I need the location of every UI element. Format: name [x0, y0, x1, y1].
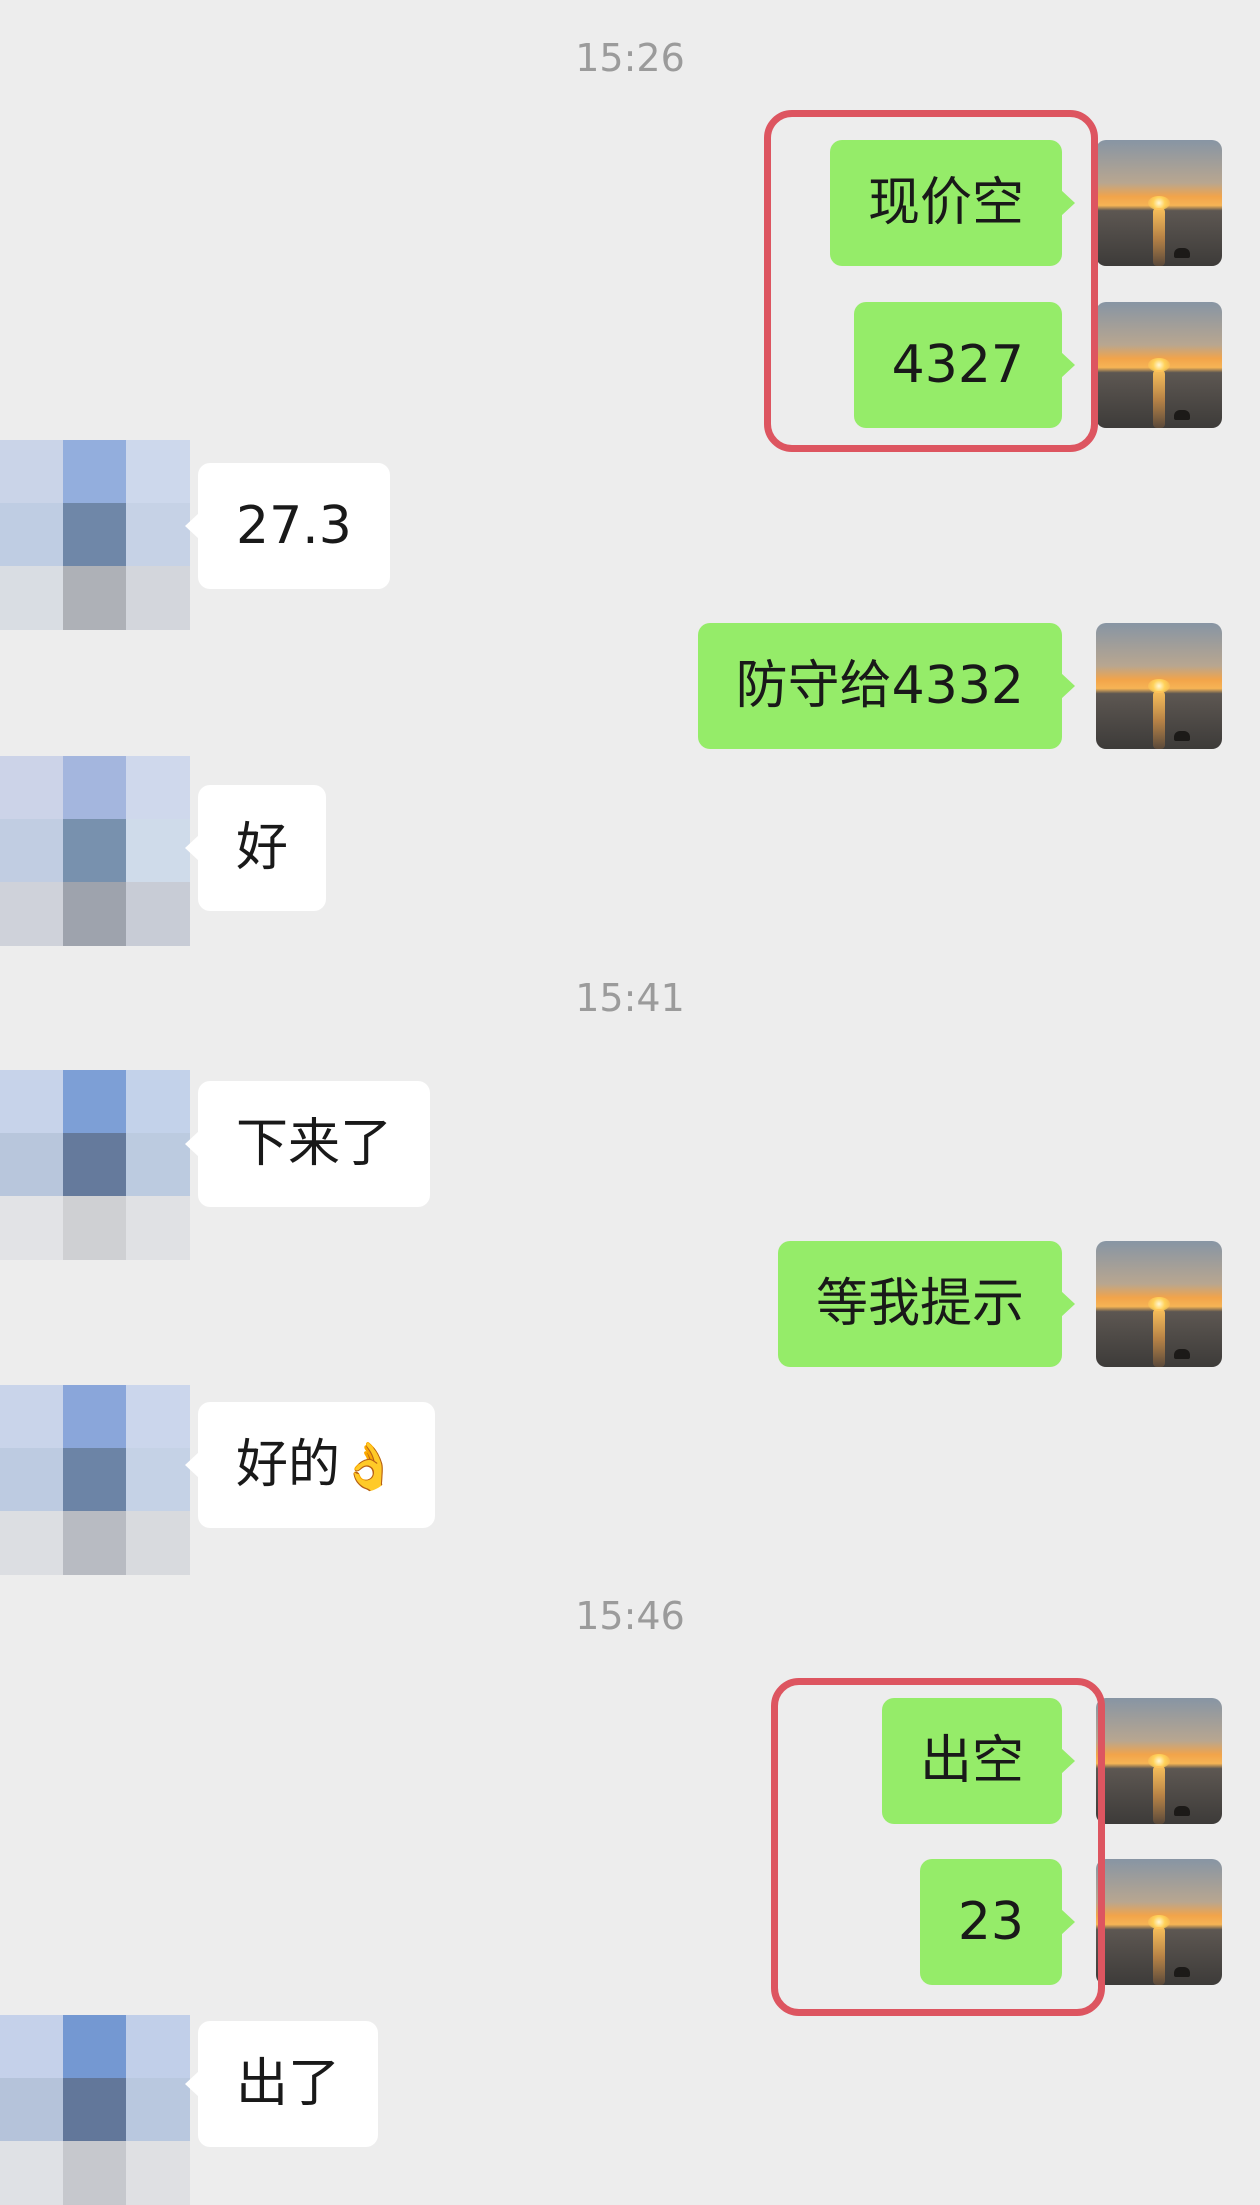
my-avatar[interactable] [1096, 1859, 1222, 1985]
my-message-bubble[interactable]: 等我提示 [777, 1241, 1076, 1367]
my-avatar[interactable] [1096, 623, 1222, 749]
friend-avatar[interactable] [0, 1385, 190, 1575]
highlight-box [764, 110, 1098, 452]
friend-avatar[interactable] [0, 1070, 190, 1260]
friend-avatar[interactable] [0, 440, 190, 630]
friend-message-bubble[interactable]: 出了 [184, 2021, 379, 2147]
chat-history[interactable]: 15:26 现价空 4327 27.3 防守给4332 好 15:41 下来了 … [0, 0, 1260, 2205]
ok-hand-icon: 👌 [340, 1439, 398, 1493]
friend-message-bubble[interactable]: 好的👌 [184, 1402, 436, 1528]
message-text: 好的 [236, 1435, 341, 1495]
friend-avatar[interactable] [0, 2015, 190, 2205]
my-avatar[interactable] [1096, 302, 1222, 428]
timestamp: 15:26 [575, 36, 685, 80]
my-avatar[interactable] [1096, 140, 1222, 266]
timestamp: 15:46 [575, 1594, 685, 1638]
friend-avatar[interactable] [0, 756, 190, 946]
highlight-box [771, 1678, 1105, 2016]
friend-message-bubble[interactable]: 27.3 [185, 463, 390, 589]
my-avatar[interactable] [1096, 1698, 1222, 1824]
my-avatar[interactable] [1096, 1241, 1222, 1367]
my-message-bubble[interactable]: 防守给4332 [697, 623, 1076, 749]
friend-message-bubble[interactable]: 下来了 [184, 1081, 431, 1207]
timestamp: 15:41 [575, 976, 685, 1020]
friend-message-bubble[interactable]: 好 [184, 785, 327, 911]
